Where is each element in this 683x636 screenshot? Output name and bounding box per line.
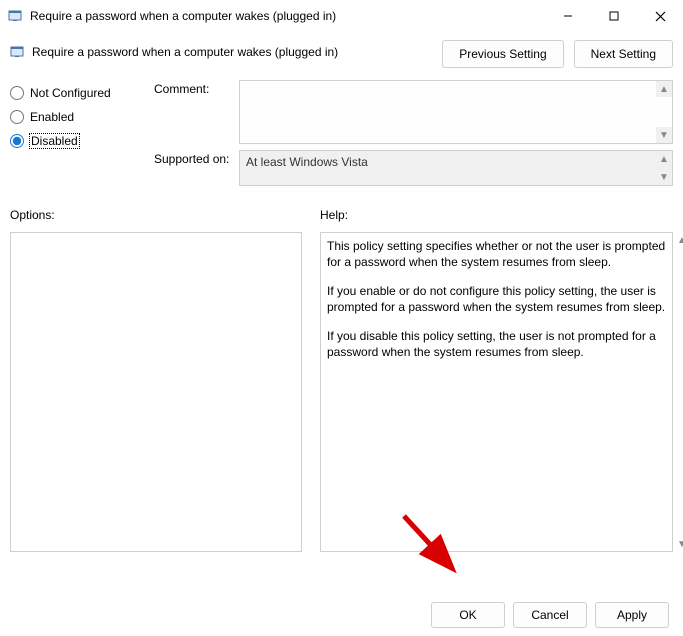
state-radio-group: Not Configured Enabled Disabled [10, 80, 140, 192]
scroll-down-icon[interactable]: ▼ [674, 536, 683, 552]
policy-icon [10, 44, 26, 60]
scroll-up-icon[interactable]: ▲ [674, 232, 683, 248]
ok-button[interactable]: OK [431, 602, 505, 628]
help-paragraph-1: This policy setting specifies whether or… [327, 239, 666, 270]
supported-on-field: At least Windows Vista ▲ ▼ [239, 150, 673, 186]
help-label: Help: [320, 208, 673, 222]
apply-button[interactable]: Apply [595, 602, 669, 628]
help-paragraph-3: If you disable this policy setting, the … [327, 329, 666, 360]
next-setting-button[interactable]: Next Setting [574, 40, 673, 68]
radio-enabled-input[interactable] [10, 110, 24, 124]
radio-disabled[interactable]: Disabled [10, 134, 140, 148]
policy-window-icon [8, 8, 24, 24]
radio-not-configured[interactable]: Not Configured [10, 86, 140, 100]
radio-not-configured-label: Not Configured [30, 86, 111, 100]
radio-enabled-label: Enabled [30, 110, 74, 124]
options-panel [10, 232, 302, 552]
scroll-down-icon[interactable]: ▼ [656, 169, 672, 185]
maximize-button[interactable] [591, 0, 637, 32]
close-button[interactable] [637, 0, 683, 32]
radio-disabled-label: Disabled [30, 134, 79, 148]
policy-title: Require a password when a computer wakes… [32, 45, 338, 59]
comment-field[interactable]: ▲ ▼ [239, 80, 673, 144]
dialog-button-bar: OK Cancel Apply [431, 602, 669, 628]
options-label: Options: [10, 208, 302, 222]
radio-enabled[interactable]: Enabled [10, 110, 140, 124]
scroll-up-icon[interactable]: ▲ [656, 81, 672, 97]
help-paragraph-2: If you enable or do not configure this p… [327, 284, 666, 315]
supported-on-label: Supported on: [154, 150, 239, 186]
window-title: Require a password when a computer wakes… [30, 9, 545, 23]
titlebar: Require a password when a computer wakes… [0, 0, 683, 32]
minimize-button[interactable] [545, 0, 591, 32]
comment-label: Comment: [154, 80, 239, 144]
scroll-up-icon[interactable]: ▲ [656, 151, 672, 167]
radio-not-configured-input[interactable] [10, 86, 24, 100]
radio-disabled-input[interactable] [10, 134, 24, 148]
previous-setting-button[interactable]: Previous Setting [442, 40, 563, 68]
supported-on-value: At least Windows Vista [246, 155, 368, 169]
policy-header: Require a password when a computer wakes… [10, 32, 673, 80]
help-panel: This policy setting specifies whether or… [320, 232, 673, 552]
scroll-down-icon[interactable]: ▼ [656, 127, 672, 143]
cancel-button[interactable]: Cancel [513, 602, 587, 628]
